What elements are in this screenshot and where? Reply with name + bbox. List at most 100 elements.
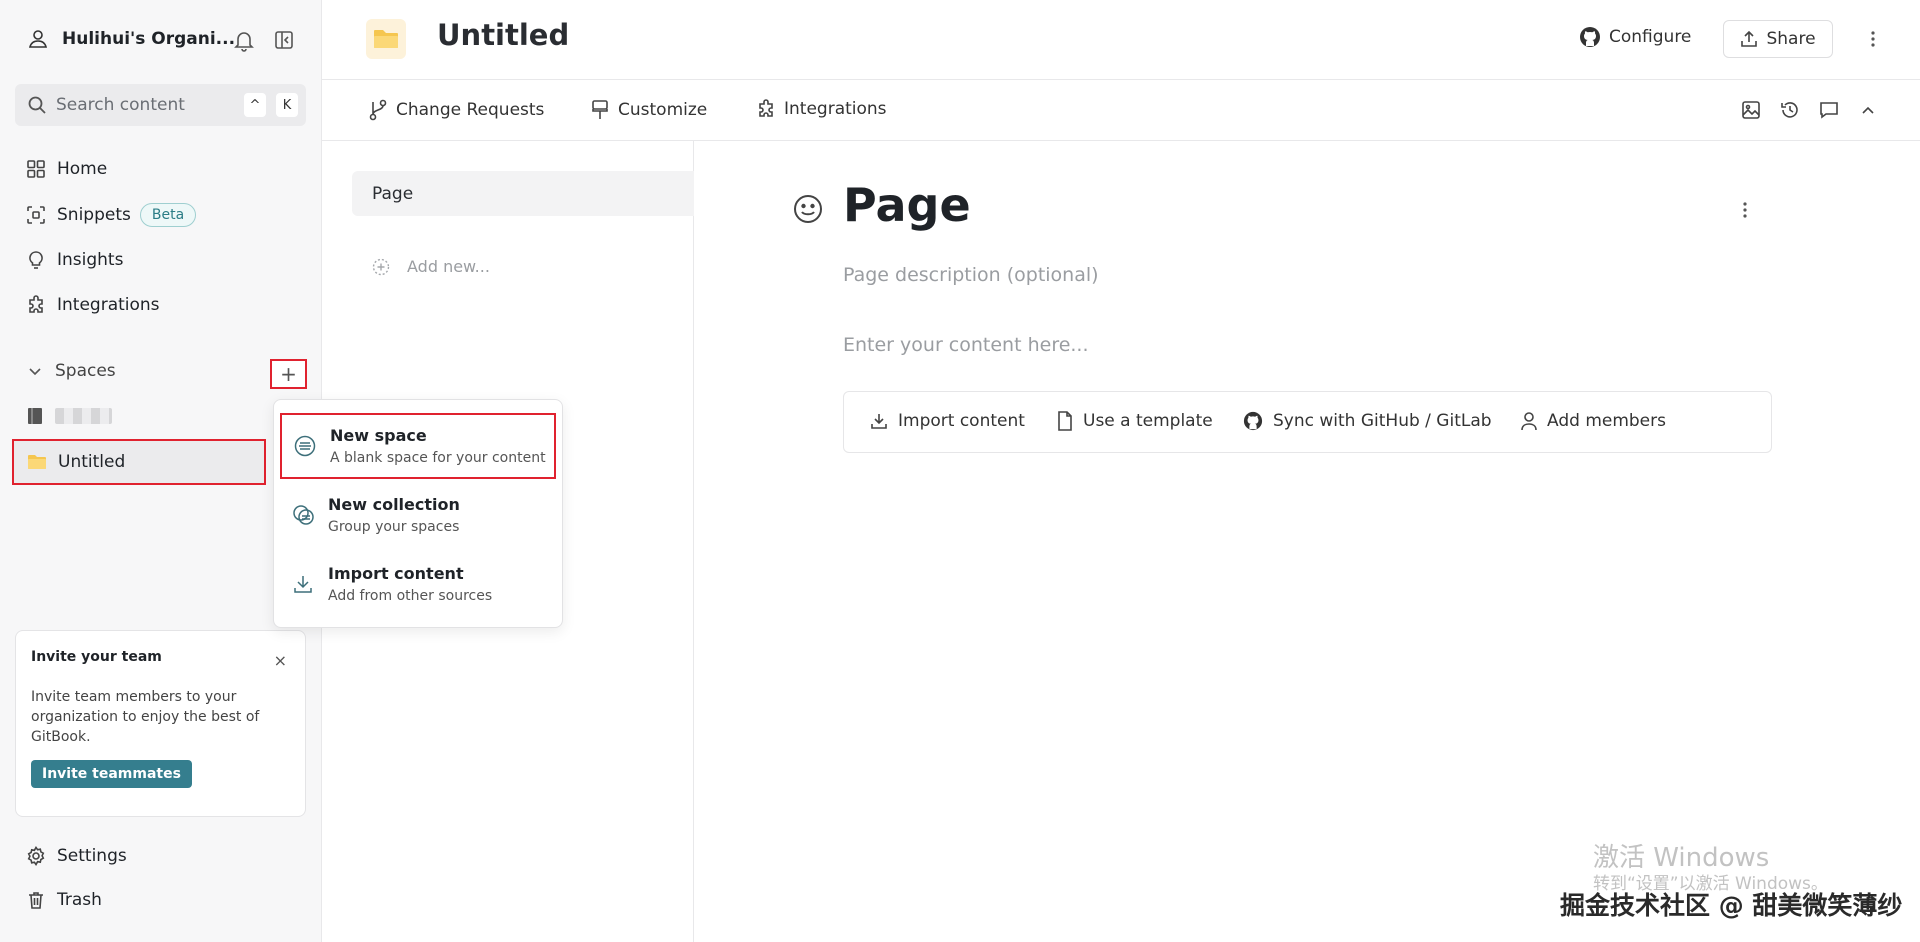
space-title[interactable]: Untitled xyxy=(437,18,569,52)
org-switcher[interactable]: Hulihui's Organi... xyxy=(27,28,237,50)
close-icon[interactable]: × xyxy=(274,651,287,670)
trash-icon xyxy=(26,890,46,910)
space-item-untitled[interactable]: Untitled xyxy=(12,439,266,485)
spaces-label: Spaces xyxy=(55,361,116,381)
new-collection-title: New collection xyxy=(328,495,460,514)
add-new-page-button[interactable]: Add new... xyxy=(372,257,490,276)
history-icon[interactable] xyxy=(1780,100,1800,120)
book-icon xyxy=(27,407,43,425)
document-icon xyxy=(1057,411,1073,431)
space-untitled-label: Untitled xyxy=(58,452,126,472)
new-space-subtitle: A blank space for your content xyxy=(330,450,546,466)
spaces-section-toggle[interactable]: Spaces xyxy=(26,361,116,381)
import-content-option[interactable]: Import content Add from other sources xyxy=(280,551,556,617)
add-circle-icon xyxy=(372,258,390,276)
add-new-label: Add new... xyxy=(407,257,490,276)
space-item-blurred[interactable] xyxy=(27,407,112,425)
nav-trash-label: Trash xyxy=(57,890,102,910)
new-space-title: New space xyxy=(330,426,427,445)
change-requests-label: Change Requests xyxy=(396,100,545,120)
import-content-label: Import content xyxy=(898,411,1025,431)
collapse-sidebar-icon[interactable] xyxy=(274,30,294,52)
nav-snippets-label: Snippets xyxy=(57,205,131,225)
nav-insights-label: Insights xyxy=(57,250,124,270)
sync-github-label: Sync with GitHub / GitLab xyxy=(1273,411,1492,431)
space-toolbar: Change Requests Customize Integrations xyxy=(322,80,1920,141)
page-description-input[interactable]: Page description (optional) xyxy=(843,264,1099,286)
github-icon xyxy=(1243,411,1263,431)
invite-team-card: Invite your team × Invite team members t… xyxy=(15,630,306,817)
invite-body: Invite team members to your organization… xyxy=(31,689,260,745)
nav-trash[interactable]: Trash xyxy=(26,890,102,910)
puzzle-icon xyxy=(26,295,46,315)
nav-settings-label: Settings xyxy=(57,846,127,866)
nav-home-label: Home xyxy=(57,159,108,179)
invite-title: Invite your team xyxy=(31,649,162,665)
folder-icon xyxy=(373,28,399,50)
nav-settings[interactable]: Settings xyxy=(26,846,127,866)
gear-icon xyxy=(26,846,46,866)
branch-icon xyxy=(368,99,388,121)
image-icon[interactable] xyxy=(1741,100,1761,120)
add-members-action[interactable]: Add members xyxy=(1521,411,1666,431)
page-title[interactable]: Page xyxy=(843,178,971,232)
puzzle-icon xyxy=(756,99,776,119)
download-icon xyxy=(870,412,888,430)
search-placeholder: Search content xyxy=(56,95,185,115)
new-collection-subtitle: Group your spaces xyxy=(328,519,460,535)
beta-badge: Beta xyxy=(139,203,197,227)
header-bar: Untitled Configure Share xyxy=(322,0,1920,80)
import-content-subtitle: Add from other sources xyxy=(328,588,493,604)
quick-actions-box: Import content Use a template Sync with … xyxy=(843,391,1772,453)
share-label: Share xyxy=(1766,29,1816,49)
smiley-icon[interactable] xyxy=(793,194,823,224)
folder-icon xyxy=(27,453,47,471)
chevron-down-icon xyxy=(26,362,44,380)
integrations-label: Integrations xyxy=(784,99,887,119)
chevron-up-icon[interactable] xyxy=(1858,100,1878,120)
change-requests-button[interactable]: Change Requests xyxy=(368,99,544,121)
search-input[interactable]: Search content ^ K xyxy=(15,84,306,126)
lightbulb-icon xyxy=(26,250,46,270)
grid-icon xyxy=(26,159,46,179)
import-content-title: Import content xyxy=(328,564,464,583)
configure-label: Configure xyxy=(1609,27,1692,47)
org-name: Hulihui's Organi... xyxy=(62,29,236,49)
author-credit-watermark: 掘金技术社区 @ 甜美微笑薄纱 xyxy=(1560,891,1903,920)
use-template-label: Use a template xyxy=(1083,411,1213,431)
share-button[interactable]: Share xyxy=(1723,20,1833,58)
page-content-input[interactable]: Enter your content here... xyxy=(843,334,1089,356)
comment-icon[interactable] xyxy=(1819,100,1839,120)
new-space-option[interactable]: New space A blank space for your content xyxy=(280,413,556,479)
sync-github-action[interactable]: Sync with GitHub / GitLab xyxy=(1243,411,1492,431)
bell-icon[interactable] xyxy=(234,30,254,52)
space-emoji-button[interactable] xyxy=(366,19,406,59)
more-options-icon[interactable] xyxy=(1870,30,1876,48)
customize-button[interactable]: Customize xyxy=(590,99,707,121)
snippet-icon xyxy=(26,205,46,225)
collection-icon xyxy=(292,504,314,526)
space-icon xyxy=(294,435,316,457)
customize-label: Customize xyxy=(618,100,708,120)
nav-integrations-label: Integrations xyxy=(57,295,160,315)
integrations-button[interactable]: Integrations xyxy=(756,99,887,119)
github-icon xyxy=(1579,26,1601,48)
nav-home[interactable]: Home xyxy=(26,159,107,179)
shortcut-k-key: K xyxy=(276,93,298,117)
new-collection-option[interactable]: New collection Group your spaces xyxy=(280,482,556,548)
import-content-action[interactable]: Import content xyxy=(870,411,1025,431)
use-template-action[interactable]: Use a template xyxy=(1057,411,1213,431)
page-more-options-icon[interactable] xyxy=(1742,201,1748,219)
blurred-space-name xyxy=(55,408,112,424)
add-space-button[interactable]: + xyxy=(270,359,307,389)
search-icon xyxy=(27,95,47,115)
invite-teammates-button[interactable]: Invite teammates xyxy=(31,760,192,788)
user-icon xyxy=(1521,411,1537,431)
nav-integrations[interactable]: Integrations xyxy=(26,295,160,315)
nav-snippets[interactable]: Snippets Beta xyxy=(26,203,197,227)
configure-button[interactable]: Configure xyxy=(1579,26,1691,48)
nav-insights[interactable]: Insights xyxy=(26,250,123,270)
download-icon xyxy=(292,573,314,595)
tree-item-page[interactable]: Page xyxy=(352,171,694,216)
shortcut-ctrl-key: ^ xyxy=(244,93,266,117)
